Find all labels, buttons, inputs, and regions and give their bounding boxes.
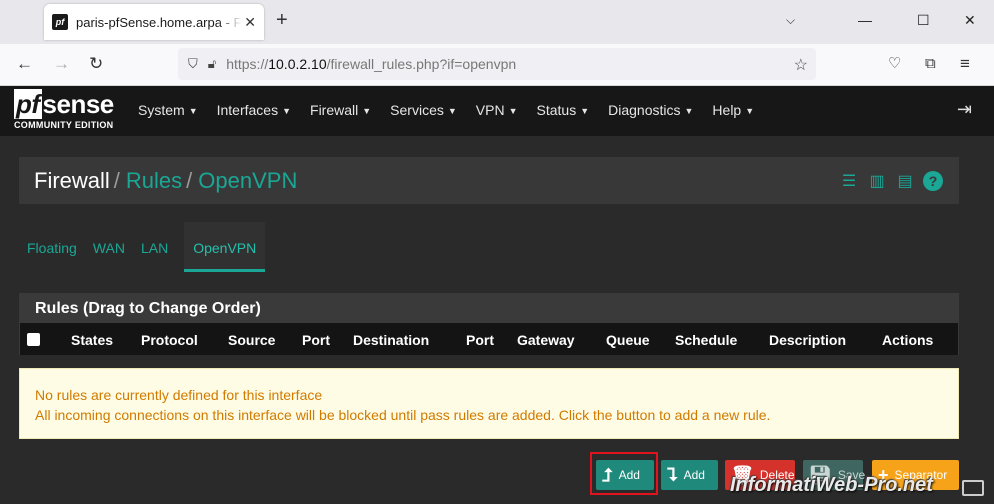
menu-diagnostics[interactable]: Diagnostics ▼ <box>608 102 693 118</box>
arrow-down-icon: ⮧ <box>667 464 678 485</box>
browser-tab-bar: pf paris-pfSense.home.arpa - Firewall: R… <box>0 0 994 44</box>
menu-help-label: Help <box>712 102 742 118</box>
browser-tab[interactable]: pf paris-pfSense.home.arpa - Firewall: R… <box>44 4 264 40</box>
url-path: /firewall_rules.php?if=openvpn <box>326 56 517 72</box>
caret-down-icon: ▼ <box>745 106 755 116</box>
logo-pf: pf <box>14 89 42 119</box>
pfsense-favicon-icon: pf <box>52 14 68 30</box>
lock-icon[interactable]: 🔓︎ <box>208 56 216 72</box>
logo-edition: COMMUNITY EDITION <box>14 120 114 130</box>
tab-openvpn[interactable]: OpenVPN <box>184 222 266 272</box>
menu-interfaces-label: Interfaces <box>216 102 279 118</box>
logo-sense: sense <box>42 89 115 119</box>
notice-line-2: All incoming connections on this interfa… <box>35 407 771 423</box>
caret-down-icon: ▼ <box>508 106 518 116</box>
column-source-port: Port <box>302 332 330 348</box>
forward-arrow-icon[interactable]: → <box>53 54 70 74</box>
breadcrumb-rules-link[interactable]: Rules <box>126 168 182 193</box>
chevron-down-icon[interactable]: ⌵ <box>786 13 795 28</box>
menu-firewall[interactable]: Firewall ▼ <box>310 102 371 118</box>
caret-down-icon: ▼ <box>362 106 372 116</box>
menu-help[interactable]: Help ▼ <box>712 102 754 118</box>
interface-tabs: Floating WAN LAN OpenVPN <box>19 222 266 272</box>
browser-toolbar: ← → ↻ ⛉ 🔓︎ https://10.0.2.10/firewall_ru… <box>0 44 994 86</box>
extensions-icon[interactable]: ⧉ <box>925 54 936 74</box>
column-source: Source <box>228 332 276 348</box>
column-destination: Destination <box>353 332 430 348</box>
breadcrumb-firewall: Firewall <box>34 168 110 193</box>
tab-floating[interactable]: Floating <box>19 222 85 272</box>
menu-status[interactable]: Status ▼ <box>537 102 590 118</box>
no-rules-notice: No rules are currently defined for this … <box>19 368 959 439</box>
breadcrumb-panel: Firewall / Rules / OpenVPN ☰ ▥ ▤ ? <box>19 157 959 204</box>
breadcrumb-separator: / <box>113 168 120 193</box>
column-description: Description <box>769 332 847 348</box>
sliders-icon[interactable]: ☰ <box>839 171 859 191</box>
minimize-icon[interactable]: — <box>858 12 872 28</box>
back-arrow-icon[interactable]: ← <box>16 54 33 74</box>
logout-icon[interactable]: ⇥ <box>957 99 972 120</box>
caret-down-icon: ▼ <box>447 106 457 116</box>
menu-vpn-label: VPN <box>475 102 505 118</box>
main-menu: System ▼ Interfaces ▼ Firewall ▼ Services ▼ … <box>138 102 773 118</box>
menu-firewall-label: Firewall <box>310 102 359 118</box>
menu-vpn[interactable]: VPN ▼ <box>476 102 518 118</box>
column-protocol: Protocol <box>141 332 198 348</box>
menu-interfaces[interactable]: Interfaces ▼ <box>217 102 291 118</box>
caret-down-icon: ▼ <box>282 106 292 116</box>
column-destination-port: Port <box>466 332 494 348</box>
breadcrumb-openvpn-link[interactable]: OpenVPN <box>198 168 297 193</box>
column-actions: Actions <box>882 332 934 348</box>
url-scheme: https:// <box>226 56 269 72</box>
add-bottom-label: Add <box>683 468 705 482</box>
rules-panel: Rules (Drag to Change Order) States Prot… <box>19 293 959 355</box>
add-top-button[interactable]: ⮥ Add <box>596 460 654 490</box>
laptop-icon <box>962 480 984 496</box>
add-bottom-button[interactable]: ⮧ Add <box>661 460 718 490</box>
caret-down-icon: ▼ <box>684 106 694 116</box>
shield-icon[interactable]: ⛉ <box>188 56 198 72</box>
column-states: States <box>71 332 114 348</box>
bar-chart-icon[interactable]: ▥ <box>867 171 887 191</box>
select-all-checkbox[interactable] <box>27 333 40 346</box>
pfsense-logo[interactable]: pf sense COMMUNITY EDITION <box>14 89 120 133</box>
rules-table-header: States Protocol Source Port Destination … <box>20 323 958 355</box>
menu-services-label: Services <box>390 102 444 118</box>
list-icon[interactable]: ▤ <box>895 171 915 191</box>
new-tab-icon[interactable]: + <box>276 10 288 30</box>
pocket-icon[interactable]: ♡ <box>888 54 901 74</box>
tab-lan[interactable]: LAN <box>133 222 176 272</box>
help-icon[interactable]: ? <box>923 171 943 191</box>
bookmark-star-icon[interactable]: ☆ <box>794 55 808 75</box>
close-tab-icon[interactable]: ✕ <box>244 14 256 31</box>
column-queue: Queue <box>606 332 650 348</box>
notice-line-1: No rules are currently defined for this … <box>35 387 323 403</box>
menu-icon[interactable]: ≡ <box>960 54 970 74</box>
url-bar[interactable]: ⛉ 🔓︎ https://10.0.2.10/firewall_rules.ph… <box>178 48 816 80</box>
menu-status-label: Status <box>536 102 577 118</box>
url-host: 10.0.2.10 <box>268 56 327 72</box>
arrow-up-icon: ⮥ <box>602 464 613 485</box>
close-window-icon[interactable]: ✕ <box>964 12 976 29</box>
breadcrumb: Firewall / Rules / OpenVPN <box>34 168 297 194</box>
tab-wan[interactable]: WAN <box>85 222 133 272</box>
url-text: https://10.0.2.10/firewall_rules.php?if=… <box>226 56 516 72</box>
pfsense-header: pf sense COMMUNITY EDITION System ▼ Interf… <box>0 86 994 136</box>
rules-heading: Rules (Drag to Change Order) <box>20 294 958 323</box>
menu-services[interactable]: Services ▼ <box>390 102 457 118</box>
menu-system-label: System <box>138 102 185 118</box>
maximize-icon[interactable]: ☐ <box>917 12 930 29</box>
watermark: InformatiWeb-Pro.net <box>730 474 933 496</box>
add-top-label: Add <box>618 468 640 482</box>
column-gateway: Gateway <box>517 332 575 348</box>
browser-tab-title: paris-pfSense.home.arpa - Firewall: Rule… <box>76 14 242 30</box>
breadcrumb-actions: ☰ ▥ ▤ ? <box>831 171 943 191</box>
caret-down-icon: ▼ <box>580 106 590 116</box>
breadcrumb-separator: / <box>186 168 193 193</box>
reload-icon[interactable]: ↻ <box>89 54 103 74</box>
column-schedule: Schedule <box>675 332 738 348</box>
menu-diagnostics-label: Diagnostics <box>608 102 681 118</box>
menu-system[interactable]: System ▼ <box>138 102 198 118</box>
caret-down-icon: ▼ <box>188 106 198 116</box>
